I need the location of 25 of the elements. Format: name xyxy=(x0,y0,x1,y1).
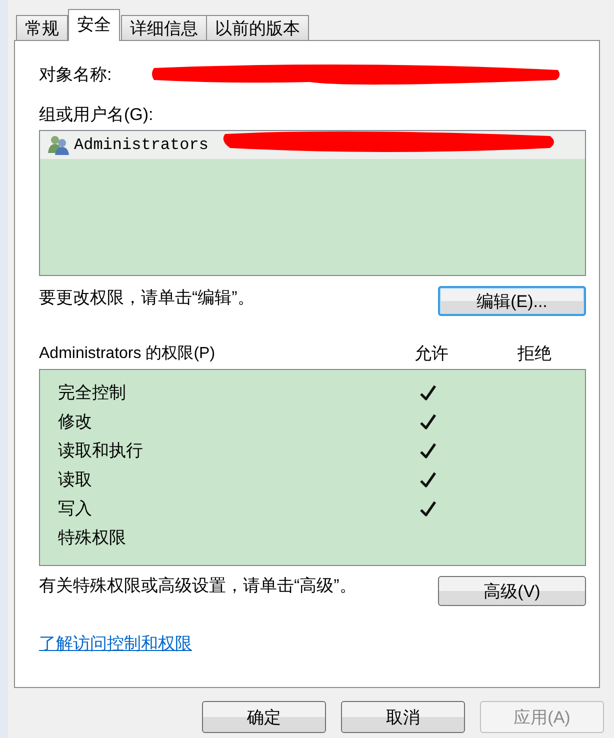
permissions-label: Administrators 的权限(P) xyxy=(39,344,216,364)
dialog-button[interactable]: 确定 xyxy=(202,701,326,733)
column-header: 允许 xyxy=(414,343,450,365)
permission-name: 特殊权限 xyxy=(58,527,127,549)
tab[interactable]: 安全 xyxy=(68,9,120,41)
dialog-button[interactable]: 取消 xyxy=(341,701,465,733)
permission-name: 读取 xyxy=(58,469,93,491)
list-item[interactable]: Administrators xyxy=(40,131,585,159)
tab[interactable]: 以前的版本 xyxy=(206,15,309,40)
permission-name: 修改 xyxy=(58,411,93,433)
tab[interactable]: 详细信息 xyxy=(121,15,207,40)
field-label: 对象名称: xyxy=(39,64,112,86)
permission-name: 读取和执行 xyxy=(58,440,144,462)
field-label: 组或用户名(G): xyxy=(39,104,154,126)
permission-name: 完全控制 xyxy=(58,382,127,404)
help-link[interactable]: 了解访问控制和权限 xyxy=(39,632,192,655)
hint-text: 有关特殊权限或高级设置，请单击“高级”。 xyxy=(39,576,358,597)
tab[interactable]: 常规 xyxy=(16,15,68,40)
users-icon xyxy=(48,135,70,155)
hint-text: 要更改权限，请单击“编辑”。 xyxy=(39,287,254,309)
permission-name: 写入 xyxy=(58,498,93,520)
edit-button[interactable]: 编辑(E)... xyxy=(438,286,586,316)
column-header: 拒绝 xyxy=(516,343,553,365)
group-name: Administrators xyxy=(74,136,208,154)
advanced-button[interactable]: 高级(V) xyxy=(438,576,586,606)
